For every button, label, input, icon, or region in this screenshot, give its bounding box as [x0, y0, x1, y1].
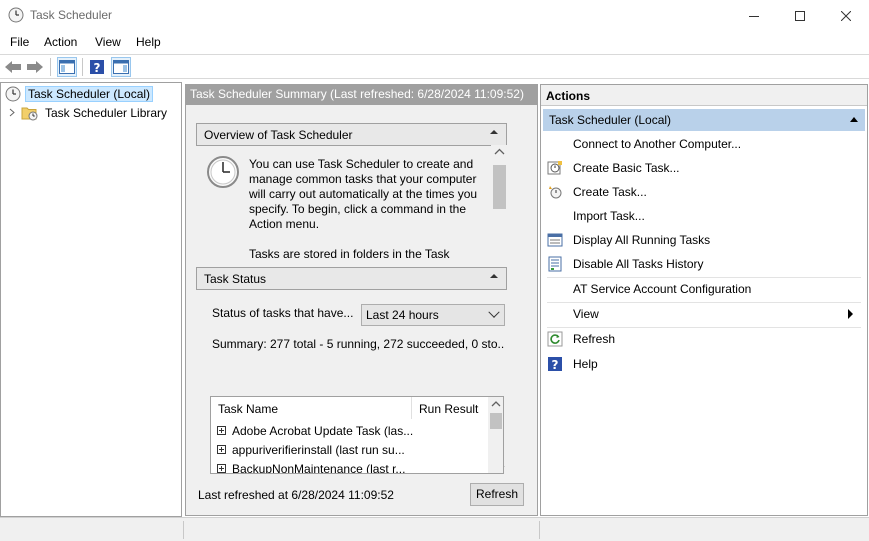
task-status-title: Task Status: [204, 272, 267, 286]
actions-group-title: Task Scheduler (Local): [549, 113, 672, 127]
expand-icon[interactable]: [217, 426, 226, 435]
action-label: Refresh: [573, 332, 616, 346]
overview-body: You can use Task Scheduler to create and…: [196, 147, 492, 258]
collapse-icon[interactable]: [490, 130, 498, 134]
actions-group-header[interactable]: Task Scheduler (Local): [543, 109, 865, 131]
clock-icon: [8, 7, 24, 23]
action-label: Help: [573, 357, 598, 371]
action-help[interactable]: ? Help: [547, 353, 861, 375]
action-view[interactable]: View: [547, 303, 861, 325]
tree-item-label: Task Scheduler (Local): [25, 85, 154, 102]
history-icon: [547, 256, 563, 272]
action-create-task[interactable]: Create Task...: [547, 181, 861, 203]
maximize-button[interactable]: [777, 0, 823, 31]
show-hide-action-pane-icon[interactable]: [111, 57, 131, 77]
status-bar: [0, 517, 869, 541]
menu-file[interactable]: File: [10, 35, 29, 49]
blank-icon: [547, 136, 563, 152]
minimize-button[interactable]: [731, 0, 777, 31]
help-icon[interactable]: ?: [87, 57, 107, 77]
help-icon: ?: [547, 356, 563, 372]
blank-icon: [547, 208, 563, 224]
tree-item-task-scheduler-library[interactable]: Task Scheduler Library: [9, 104, 169, 121]
overview-paragraph: You can use Task Scheduler to create and…: [249, 157, 478, 231]
actions-header: Actions: [541, 85, 867, 106]
show-hide-console-tree-icon[interactable]: [57, 57, 77, 77]
action-connect-another-computer[interactable]: Connect to Another Computer...: [547, 133, 861, 155]
menu-help[interactable]: Help: [136, 35, 161, 49]
overview-paragraph-2: Tasks are stored in folders in the Task: [249, 247, 450, 258]
basic-task-icon: [547, 160, 563, 176]
close-button[interactable]: [823, 0, 869, 31]
refresh-button[interactable]: Refresh: [470, 483, 524, 506]
column-header-run-result[interactable]: Run Result: [419, 402, 478, 416]
menu-view[interactable]: View: [95, 35, 121, 49]
action-at-service-account[interactable]: AT Service Account Configuration: [547, 278, 861, 300]
action-create-basic-task[interactable]: Create Basic Task...: [547, 157, 861, 179]
table-scrollbar[interactable]: [488, 397, 503, 473]
action-label: View: [573, 307, 599, 321]
console-tree: Task Scheduler (Local) Task Scheduler Li…: [0, 82, 182, 517]
summary-header: Task Scheduler Summary (Last refreshed: …: [186, 85, 537, 105]
running-tasks-icon: [547, 232, 563, 248]
chevron-right-icon[interactable]: [9, 108, 15, 117]
expand-icon[interactable]: [217, 464, 226, 473]
expand-icon[interactable]: [217, 445, 226, 454]
menu-action[interactable]: Action: [44, 35, 77, 49]
dropdown-value: Last 24 hours: [366, 308, 439, 322]
last-refreshed-text: Last refreshed at 6/28/2024 11:09:52: [198, 488, 394, 502]
tree-item-label: Task Scheduler Library: [45, 105, 168, 120]
clock-icon: [206, 155, 240, 192]
action-label: AT Service Account Configuration: [573, 282, 752, 296]
task-name: BackupNonMaintenance (last r...: [232, 461, 406, 474]
table-row[interactable]: appuriverifierinstall (last run su...: [217, 440, 487, 459]
chevron-right-icon: [848, 309, 853, 319]
blank-icon: [547, 306, 563, 322]
menu-bar: File Action View Help: [0, 31, 869, 53]
status-filter-label: Status of tasks that have...: [212, 306, 354, 320]
action-label: Import Task...: [573, 209, 645, 223]
action-display-running-tasks[interactable]: Display All Running Tasks: [547, 229, 861, 251]
table-row[interactable]: BackupNonMaintenance (last r...: [217, 459, 487, 474]
clock-icon: [5, 86, 21, 102]
chevron-down-icon: [488, 306, 500, 318]
blank-icon: [547, 281, 563, 297]
forward-arrow-icon[interactable]: [25, 57, 45, 77]
collapse-icon[interactable]: [490, 274, 498, 278]
task-name: appuriverifierinstall (last run su...: [232, 442, 405, 457]
toolbar: ?: [0, 54, 869, 79]
svg-text:?: ?: [94, 61, 101, 75]
overview-title: Overview of Task Scheduler: [204, 128, 353, 142]
folder-clock-icon: [21, 105, 39, 121]
collapse-icon[interactable]: [850, 117, 858, 122]
action-label: Create Task...: [573, 185, 647, 199]
task-status-table: Task Name Run Result Adobe Acrobat Updat…: [210, 396, 504, 474]
task-summary-text: Summary: 277 total - 5 running, 272 succ…: [212, 337, 504, 351]
table-row[interactable]: Adobe Acrobat Update Task (las...: [217, 421, 487, 440]
summary-pane: Task Scheduler Summary (Last refreshed: …: [185, 84, 538, 516]
title-bar: Task Scheduler: [0, 0, 869, 31]
task-name: Adobe Acrobat Update Task (las...: [232, 423, 414, 438]
create-task-icon: [547, 184, 563, 200]
actions-pane: Actions Task Scheduler (Local) Connect t…: [540, 84, 868, 516]
overview-section-header[interactable]: Overview of Task Scheduler: [196, 123, 507, 146]
action-label: Disable All Tasks History: [573, 257, 704, 271]
column-header-task-name[interactable]: Task Name: [218, 402, 278, 416]
status-period-dropdown[interactable]: Last 24 hours: [361, 304, 505, 326]
back-arrow-icon[interactable]: [3, 57, 23, 77]
action-label: Connect to Another Computer...: [573, 137, 742, 151]
task-status-section-header[interactable]: Task Status: [196, 267, 507, 290]
refresh-icon: [547, 331, 563, 347]
action-import-task[interactable]: Import Task...: [547, 205, 861, 227]
action-label: Create Basic Task...: [573, 161, 680, 175]
tree-item-task-scheduler-local[interactable]: Task Scheduler (Local): [5, 85, 154, 102]
overview-text: You can use Task Scheduler to create and…: [249, 157, 479, 258]
action-disable-tasks-history[interactable]: Disable All Tasks History: [547, 253, 861, 275]
column-divider[interactable]: [411, 397, 412, 419]
action-label: Display All Running Tasks: [573, 233, 711, 247]
window-title: Task Scheduler: [30, 8, 113, 22]
action-refresh[interactable]: Refresh: [547, 328, 861, 350]
svg-text:?: ?: [552, 358, 559, 372]
